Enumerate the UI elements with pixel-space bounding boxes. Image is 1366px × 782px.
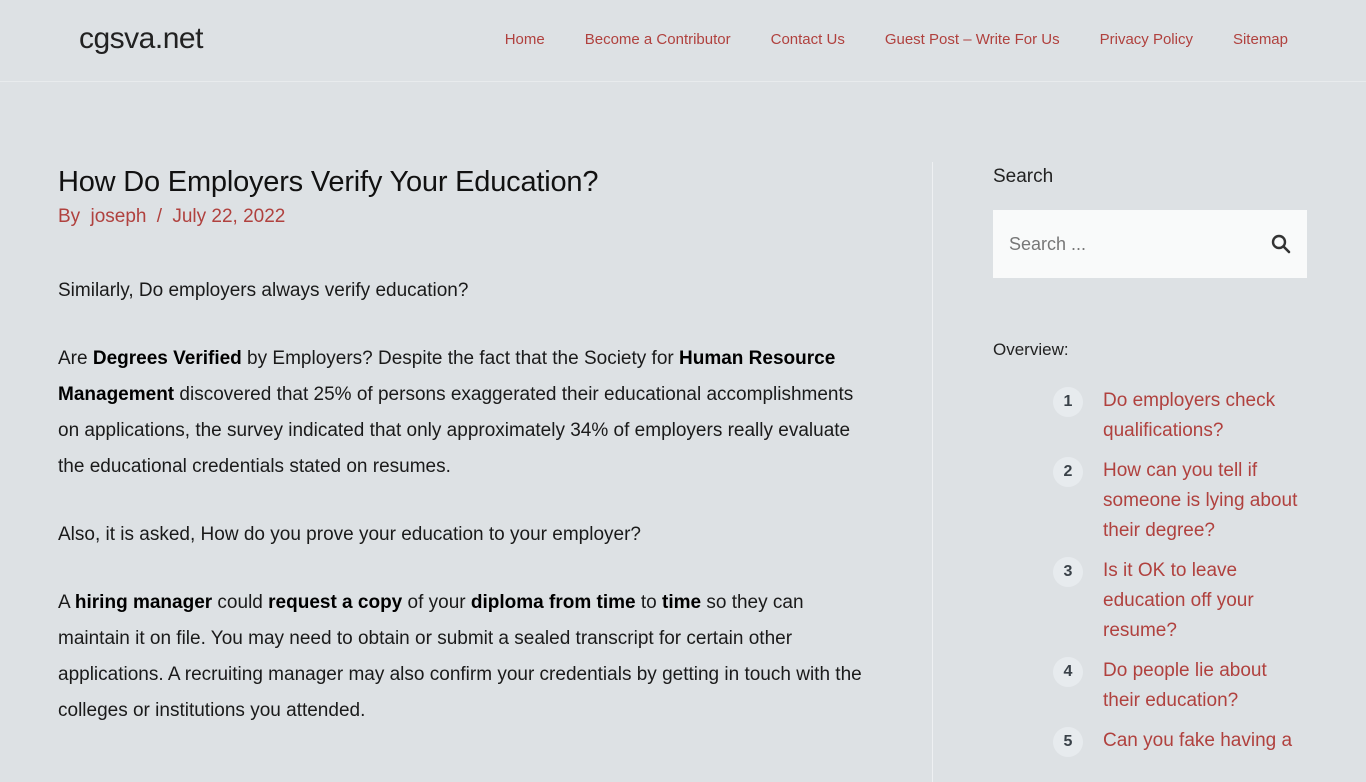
by-label: By [58, 206, 81, 227]
paragraph: Also, it is asked, How do you prove your… [58, 517, 878, 553]
search-input[interactable] [1009, 210, 1249, 278]
nav-guest-post[interactable]: Guest Post – Write For Us [885, 31, 1060, 48]
toc-link[interactable]: Do people lie about their education? [1103, 656, 1307, 716]
search-button[interactable] [1269, 232, 1293, 256]
toc-number: 4 [1053, 657, 1083, 687]
text: discovered that 25% of persons exaggerat… [58, 384, 854, 477]
bold-text: time [662, 592, 702, 613]
toc-item: 4 Do people lie about their education? [1053, 656, 1307, 716]
post-meta: By joseph / July 22, 2022 [58, 206, 878, 228]
toc-link[interactable]: Do employers check qualifications? [1103, 386, 1307, 446]
bold-text: Degrees Verified [92, 348, 242, 369]
toc-list: 1 Do employers check qualifications? 2 H… [1053, 386, 1307, 757]
search-widget-title: Search [993, 166, 1054, 187]
text: Also, it is asked, How do you prove your… [58, 524, 641, 545]
paragraph: Are Degrees Verified by Employers? Despi… [58, 341, 878, 485]
toc-item: 1 Do employers check qualifications? [1053, 386, 1307, 446]
nav-become-contributor[interactable]: Become a Contributor [585, 31, 731, 48]
toc-link[interactable]: Is it OK to leave education off your res… [1103, 556, 1307, 646]
paragraph: Similarly, Do employers always verify ed… [58, 273, 878, 309]
toc-item: 3 Is it OK to leave education off your r… [1053, 556, 1307, 646]
text: A [58, 592, 75, 613]
post-content: Similarly, Do employers always verify ed… [58, 273, 878, 729]
sidebar: Search Overview: 1 Do employers check qu… [993, 166, 1307, 767]
toc-link[interactable]: Can you fake having a [1103, 726, 1307, 756]
toc-number: 1 [1053, 387, 1083, 417]
toc-number: 3 [1053, 557, 1083, 587]
toc-item: 5 Can you fake having a [1053, 726, 1307, 757]
site-title-link[interactable]: cgsva.net [79, 22, 203, 56]
text: by Employers? Despite the fact that the … [241, 348, 679, 369]
author-link[interactable]: joseph [90, 206, 146, 227]
search-form [993, 210, 1307, 278]
toc-item: 2 How can you tell if someone is lying a… [1053, 456, 1307, 546]
overview-title: Overview: [993, 340, 1069, 359]
text: could [212, 592, 269, 613]
post-title: How Do Employers Verify Your Education? [58, 166, 599, 198]
toc-number: 2 [1053, 457, 1083, 487]
main-nav: Home Become a Contributor Contact Us Gue… [465, 31, 1288, 48]
bold-text: hiring manager [74, 592, 213, 613]
toc-link[interactable]: How can you tell if someone is lying abo… [1103, 456, 1307, 546]
bold-text: request a copy [268, 592, 403, 613]
bold-text: diploma from time [470, 592, 636, 613]
paragraph: A hiring manager could request a copy of… [58, 585, 878, 729]
text: Are [58, 348, 93, 369]
article: How Do Employers Verify Your Education? … [58, 162, 878, 729]
nav-contact-us[interactable]: Contact Us [771, 31, 845, 48]
search-icon [1271, 234, 1291, 254]
text: to [635, 592, 662, 613]
post-date: July 22, 2022 [172, 206, 286, 227]
toc-number: 5 [1053, 727, 1083, 757]
text: Similarly, Do employers always verify ed… [58, 280, 469, 301]
site-header: cgsva.net Home Become a Contributor Cont… [0, 0, 1366, 82]
nav-sitemap[interactable]: Sitemap [1233, 31, 1288, 48]
nav-home[interactable]: Home [505, 31, 545, 48]
text: of your [402, 592, 471, 613]
sidebar-divider [932, 162, 933, 782]
nav-privacy-policy[interactable]: Privacy Policy [1100, 31, 1193, 48]
meta-separator: / [156, 206, 163, 227]
